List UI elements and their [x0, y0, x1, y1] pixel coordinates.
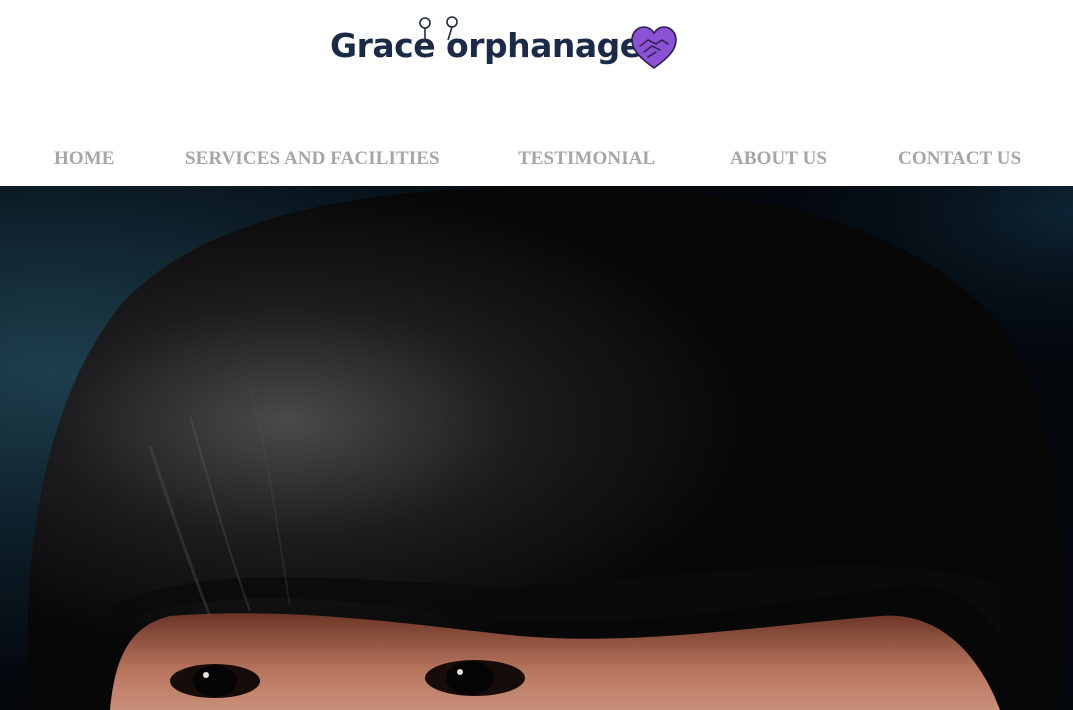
nav-services-link[interactable]: SERVICES AND FACILITIES: [185, 148, 440, 170]
page: Grace orphanage HOME SERVICES AND FACILI…: [0, 0, 1073, 710]
site-header: Grace orphanage: [0, 0, 1073, 130]
nav-testimonial-link[interactable]: TESTIMONIAL: [518, 148, 655, 170]
nav-about-link[interactable]: ABOUT US: [730, 148, 827, 170]
site-logo[interactable]: Grace orphanage: [330, 14, 680, 74]
logo-text: Grace orphanage: [330, 26, 642, 65]
hero-image: [0, 186, 1073, 710]
nav-home-link[interactable]: HOME: [54, 148, 115, 170]
main-nav: HOME SERVICES AND FACILITIES TESTIMONIAL…: [0, 140, 1073, 180]
heart-hands-icon: [631, 26, 677, 69]
child-portrait-photo: [0, 186, 1073, 710]
nav-contact-link[interactable]: CONTACT US: [898, 148, 1021, 170]
